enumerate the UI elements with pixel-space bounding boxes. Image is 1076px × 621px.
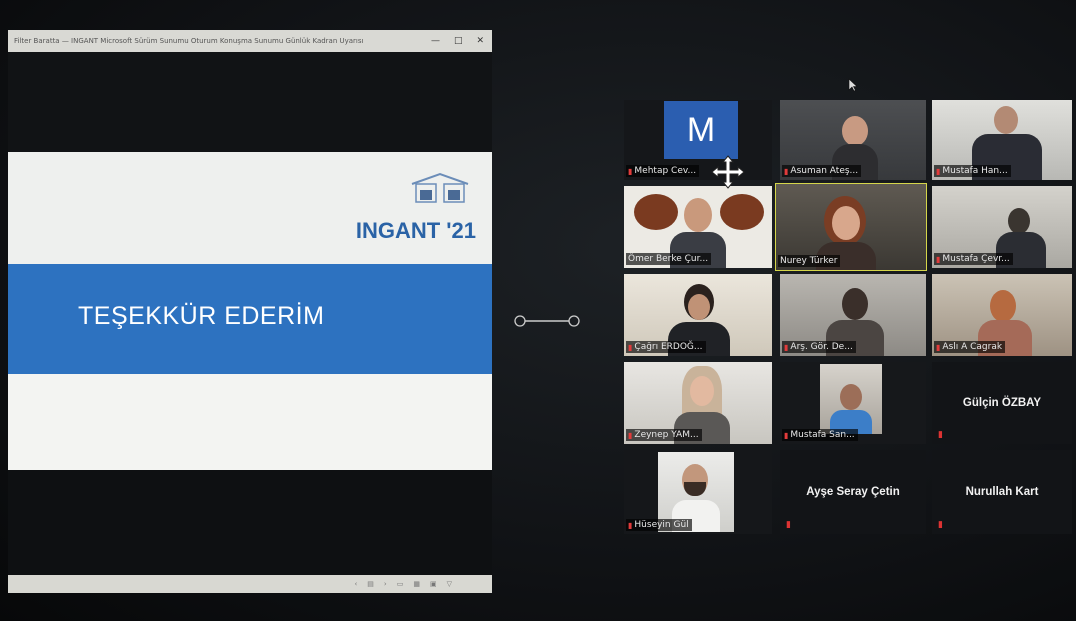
- participant-tile[interactable]: Gülçin ÖZBAY ▮: [932, 362, 1072, 444]
- participant-tile[interactable]: Nurullah Kart ▮: [932, 450, 1072, 534]
- participant-tile[interactable]: ▮ Mustafa Çevr...: [932, 186, 1072, 268]
- participant-name: ▮ Zeynep YAM...: [626, 429, 702, 441]
- split-handle-icon[interactable]: [512, 314, 582, 328]
- participant-name: ▮ Aslı A Cagrak: [934, 341, 1006, 353]
- participant-tile[interactable]: ▮ Aslı A Cagrak: [932, 274, 1072, 356]
- participant-name: ▮ Mustafa Han...: [934, 165, 1011, 177]
- participant-tile[interactable]: ▮ Zeynep YAM...: [624, 362, 772, 444]
- participant-name: ▮ Çağrı ERDOĞ...: [626, 341, 706, 353]
- participant-name: Gülçin ÖZBAY: [962, 397, 1042, 409]
- participant-name: ▮ Arş. Gör. De...: [782, 341, 856, 353]
- presentation-margin-bottom: [8, 470, 492, 575]
- presentation-margin-top: [8, 52, 492, 152]
- window-titlebar[interactable]: Filter Baratta — INGANT Microsoft Sürüm …: [8, 30, 492, 52]
- mic-muted-icon: ▮: [784, 342, 789, 352]
- participant-tile[interactable]: ▮ Arş. Gör. De...: [780, 274, 926, 356]
- mic-muted-icon: ▮: [628, 520, 633, 530]
- participant-tile[interactable]: Ayşe Seray Çetin ▮: [780, 450, 926, 534]
- participant-tile[interactable]: ▮ Hüseyin Gül: [624, 450, 772, 534]
- move-icon: [711, 155, 745, 189]
- slide-title-band: TEŞEKKÜR EDERİM: [8, 264, 492, 374]
- slide: INGANT '21 TEŞEKKÜR EDERİM: [8, 152, 492, 470]
- normal-view-icon[interactable]: ▭: [397, 580, 404, 588]
- participant-tile[interactable]: ▮ Asuman Ateş...: [780, 100, 926, 180]
- sorter-view-icon[interactable]: ▦: [413, 580, 420, 588]
- mic-muted-icon: ▮: [786, 520, 791, 530]
- video-feed: [820, 364, 882, 434]
- cursor-icon: [848, 78, 858, 92]
- participant-tile[interactable]: Ömer Berke Çur...: [624, 186, 772, 268]
- mic-muted-icon: ▮: [938, 430, 943, 440]
- participant-tile[interactable]: M ▮ Mehtap Cev...: [624, 100, 772, 180]
- next-slide-icon[interactable]: ›: [384, 580, 387, 588]
- participant-name: ▮ Mustafa Çevr...: [934, 253, 1013, 265]
- mic-muted-icon: ▮: [784, 430, 789, 440]
- slide-view-icon[interactable]: ▤: [367, 580, 374, 588]
- mic-muted-icon: ▮: [628, 166, 633, 176]
- participant-name: ▮ Hüseyin Gül: [626, 519, 692, 531]
- participant-tile[interactable]: ▮ Mustafa Han...: [932, 100, 1072, 180]
- participant-name: Nurey Türker: [778, 255, 841, 267]
- slide-header: INGANT '21: [8, 152, 492, 264]
- slide-footer: [8, 374, 492, 470]
- mic-muted-icon: ▮: [938, 520, 943, 530]
- participant-name: Nurullah Kart: [965, 486, 1039, 498]
- window-title: Filter Baratta — INGANT Microsoft Sürüm …: [14, 37, 364, 45]
- mic-muted-icon: ▮: [936, 342, 941, 352]
- participant-name: ▮ Mustafa San...: [782, 429, 858, 441]
- presentation-statusbar[interactable]: ‹ ▤ › ▭ ▦ ▣ ▽: [8, 575, 492, 593]
- shared-screen-window: Filter Baratta — INGANT Microsoft Sürüm …: [8, 30, 492, 593]
- brand-text: INGANT '21: [355, 218, 476, 243]
- prev-slide-icon[interactable]: ‹: [354, 580, 357, 588]
- participant-name: ▮ Mehtap Cev...: [626, 165, 700, 177]
- mic-muted-icon: ▮: [628, 342, 633, 352]
- ingant-logo-icon: [411, 172, 469, 203]
- mic-muted-icon: ▮: [628, 430, 633, 440]
- participant-name: ▮ Asuman Ateş...: [782, 165, 862, 177]
- reading-view-icon[interactable]: ▣: [430, 580, 437, 588]
- avatar: M: [664, 101, 738, 159]
- participant-tile-active-speaker[interactable]: Nurey Türker: [775, 183, 927, 271]
- slideshow-icon[interactable]: ▽: [447, 580, 452, 588]
- participant-name: Ömer Berke Çur...: [626, 253, 712, 265]
- maximize-icon[interactable]: □: [454, 36, 463, 46]
- participant-tile[interactable]: ▮ Çağrı ERDOĞ...: [624, 274, 772, 356]
- slide-heading: TEŞEKKÜR EDERİM: [78, 302, 325, 330]
- participant-name: Ayşe Seray Çetin: [806, 486, 900, 498]
- minimize-icon[interactable]: —: [431, 36, 440, 46]
- mic-muted-icon: ▮: [784, 166, 789, 176]
- mic-muted-icon: ▮: [936, 166, 941, 176]
- participant-tile[interactable]: ▮ Mustafa San...: [780, 362, 926, 444]
- close-icon[interactable]: ✕: [476, 36, 484, 46]
- mic-muted-icon: ▮: [936, 254, 941, 264]
